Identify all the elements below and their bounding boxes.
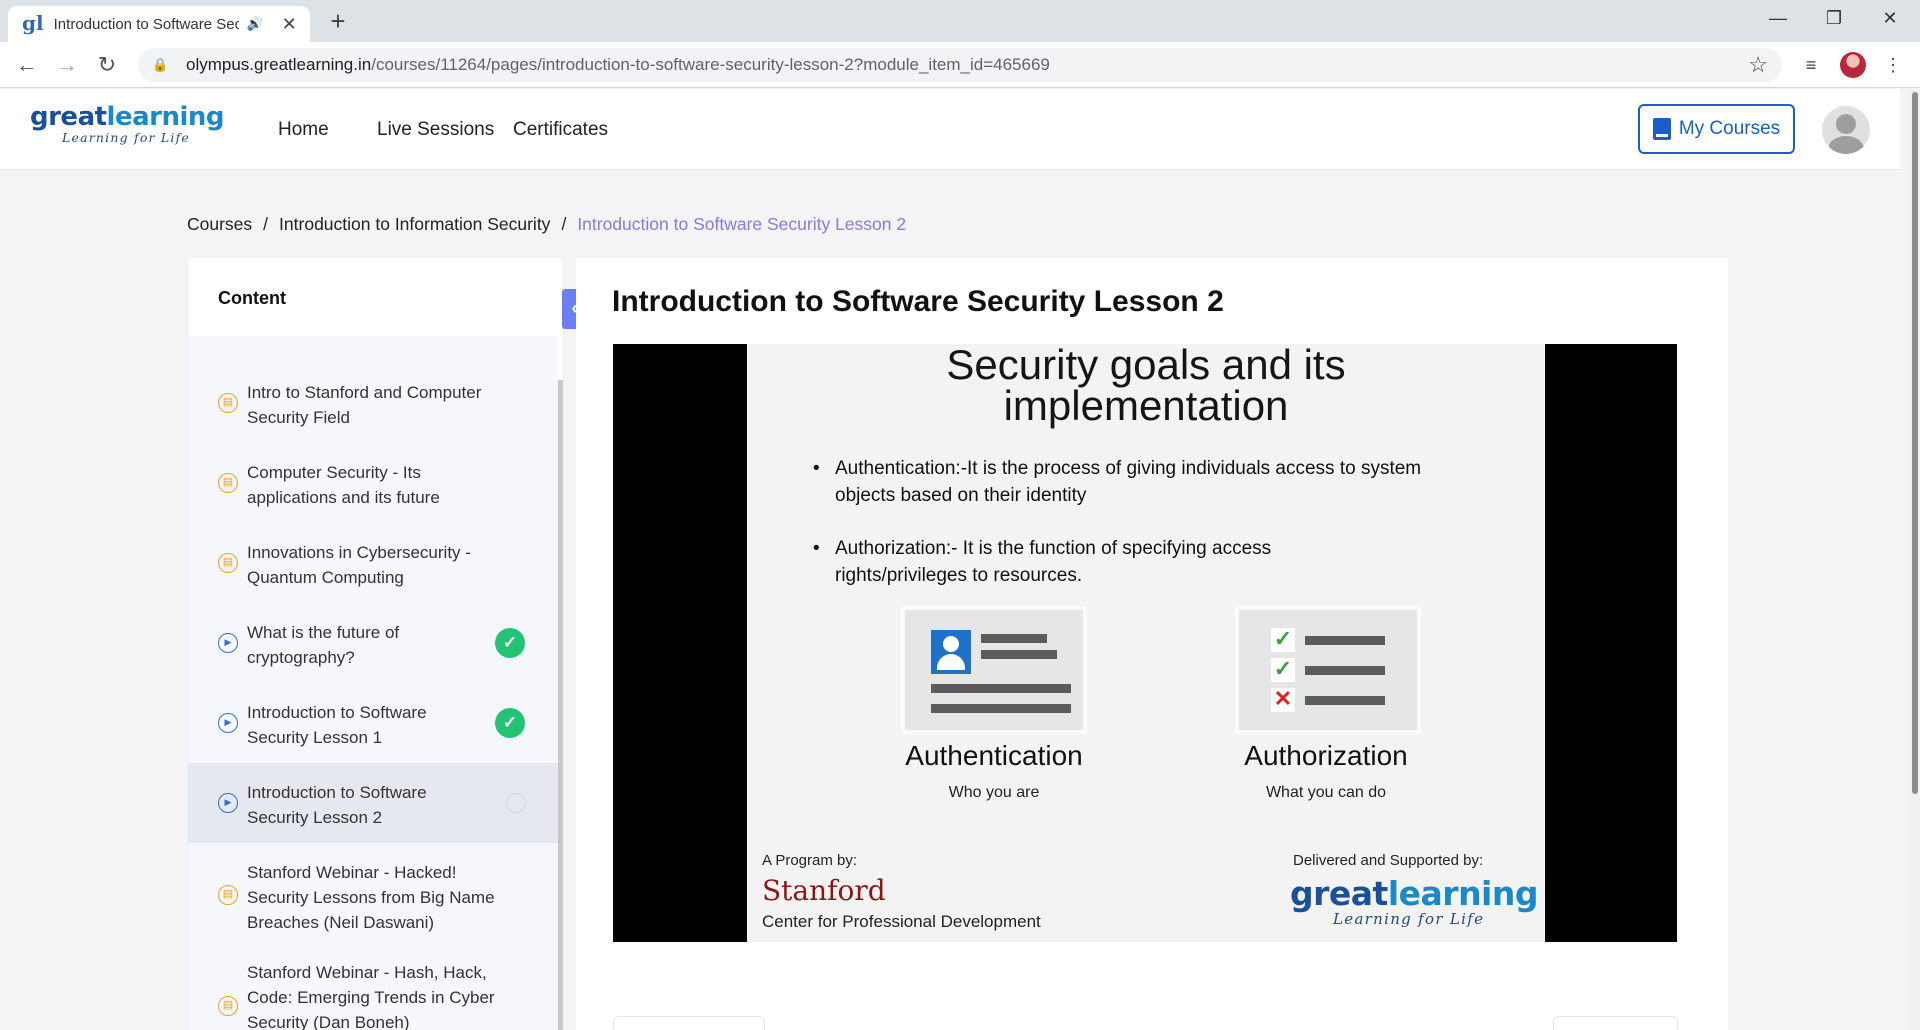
page-scrollbar-thumb[interactable]	[1912, 92, 1918, 794]
video-player[interactable]: Security goals and its implementation Au…	[613, 344, 1677, 942]
previous-button[interactable]	[613, 1016, 765, 1030]
sidebar-scrollbar[interactable]	[558, 380, 563, 1030]
completed-check-icon: ✓	[495, 708, 525, 738]
greatlearning-favicon-icon: gl	[22, 11, 44, 35]
breadcrumb-course[interactable]: Introduction to Information Security	[279, 214, 550, 235]
close-tab-icon[interactable]: ✕	[278, 14, 300, 35]
sidebar-list: ▤ Intro to Stanford and Computer Securit…	[188, 336, 558, 1030]
list-item[interactable]: ▶ Introduction to Software Security Less…	[188, 683, 558, 763]
list-item[interactable]: ▤ Computer Security - Its applications a…	[188, 443, 558, 523]
greatlearning-logo[interactable]: greatlearning Learning for Life	[30, 103, 225, 149]
slide-bullet: Authorization:- It is the function of sp…	[813, 535, 1355, 589]
tab-title: Introduction to Software Sec	[53, 15, 239, 33]
program-by-label: A Program by:	[762, 852, 858, 869]
document-icon: ▤	[218, 885, 238, 905]
speaker-icon[interactable]: 🔊	[247, 16, 265, 32]
page-title: Introduction to Software Security Lesson…	[612, 285, 1224, 318]
slide-title-line2: implementation	[1003, 382, 1289, 429]
lock-icon[interactable]: 🔒	[152, 57, 172, 73]
list-item[interactable]: ▤ Innovations in Cybersecurity - Quantum…	[188, 523, 558, 603]
slide-greatlearning-tagline: Learning for Life	[1333, 910, 1485, 928]
breadcrumb: Courses / Introduction to Information Se…	[187, 214, 907, 235]
person-icon	[931, 630, 971, 674]
browser-tabstrip: gl Introduction to Software Sec 🔊 ✕ + — …	[0, 0, 1920, 42]
delivered-by-label: Delivered and Supported by:	[1293, 852, 1484, 869]
play-icon: ▶	[218, 633, 238, 653]
back-icon[interactable]: ←	[12, 50, 42, 80]
list-item[interactable]: ▤ Intro to Stanford and Computer Securit…	[188, 363, 558, 443]
list-item[interactable]: ▶ What is the future of cryptography? ✓	[188, 603, 558, 683]
completed-check-icon: ✓	[495, 628, 525, 658]
reload-icon[interactable]: ↻	[92, 50, 122, 80]
browser-tab[interactable]: gl Introduction to Software Sec 🔊 ✕	[8, 6, 310, 42]
id-card-icon	[901, 606, 1087, 734]
authorization-heading: Authorization	[1244, 740, 1408, 771]
content-sidebar: Content ▤ Intro to Stanford and Computer…	[188, 258, 563, 1030]
in-progress-circle-icon	[506, 793, 526, 813]
nav-home[interactable]: Home	[278, 119, 329, 141]
slide-title-line1: Security goals and its	[946, 341, 1346, 388]
stanford-subtitle: Center for Professional Development	[762, 912, 1041, 931]
browser-profile-avatar[interactable]	[1840, 52, 1866, 78]
my-courses-button[interactable]: My Courses	[1638, 104, 1795, 154]
stanford-logo: Stanford	[762, 874, 886, 907]
browser-toolbar: ← → ↻ 🔒 olympus.greatlearning.in/courses…	[0, 42, 1920, 88]
list-item[interactable]: ▤ Stanford Webinar - Hacked! Security Le…	[188, 843, 558, 948]
authentication-heading: Authentication	[905, 740, 1083, 771]
url-text: olympus.greatlearning.in/courses/11264/p…	[186, 55, 1050, 74]
forward-icon[interactable]: →	[52, 50, 82, 80]
next-button[interactable]	[1553, 1016, 1678, 1030]
play-icon: ▶	[218, 793, 238, 813]
authentication-caption: Who you are	[948, 784, 1040, 801]
new-tab-button[interactable]: +	[322, 6, 354, 38]
play-icon: ▶	[218, 713, 238, 733]
minimize-icon[interactable]: —	[1750, 0, 1806, 36]
document-icon: ▤	[218, 393, 238, 413]
document-icon: ▤	[218, 553, 238, 573]
sidebar-heading: Content	[218, 288, 286, 308]
video-frame-slide: Security goals and its implementation Au…	[747, 344, 1545, 942]
list-item[interactable]: ▤ Stanford Webinar - Hash, Hack, Code: E…	[188, 948, 558, 1030]
document-icon: ▤	[218, 996, 238, 1016]
user-avatar[interactable]	[1822, 106, 1870, 154]
media-queue-icon[interactable]: ≡	[1796, 50, 1826, 80]
address-bar[interactable]: 🔒 olympus.greatlearning.in/courses/11264…	[138, 48, 1782, 82]
bookmark-star-icon[interactable]: ☆	[1748, 52, 1768, 78]
checklist-icon: ✓ ✓ ✕	[1235, 606, 1421, 734]
browser-menu-icon[interactable]: ⋮	[1878, 50, 1908, 80]
nav-live-sessions[interactable]: Live Sessions	[377, 119, 494, 141]
breadcrumb-courses[interactable]: Courses	[187, 214, 252, 235]
window-close-icon[interactable]: ✕	[1862, 0, 1918, 36]
nav-certificates[interactable]: Certificates	[513, 119, 608, 141]
breadcrumb-current: Introduction to Software Security Lesson…	[577, 214, 907, 234]
document-icon: ▤	[218, 473, 238, 493]
restore-icon[interactable]: ❐	[1806, 0, 1862, 36]
site-header: greatlearning Learning for Life Home Liv…	[0, 89, 1900, 170]
list-item-active[interactable]: ▶ Introduction to Software Security Less…	[188, 763, 558, 843]
book-icon	[1652, 118, 1671, 140]
slide-greatlearning-logo: greatlearning	[1290, 874, 1538, 913]
slide-bullet: Authentication:-It is the process of giv…	[813, 455, 1455, 509]
authorization-caption: What you can do	[1265, 784, 1387, 801]
